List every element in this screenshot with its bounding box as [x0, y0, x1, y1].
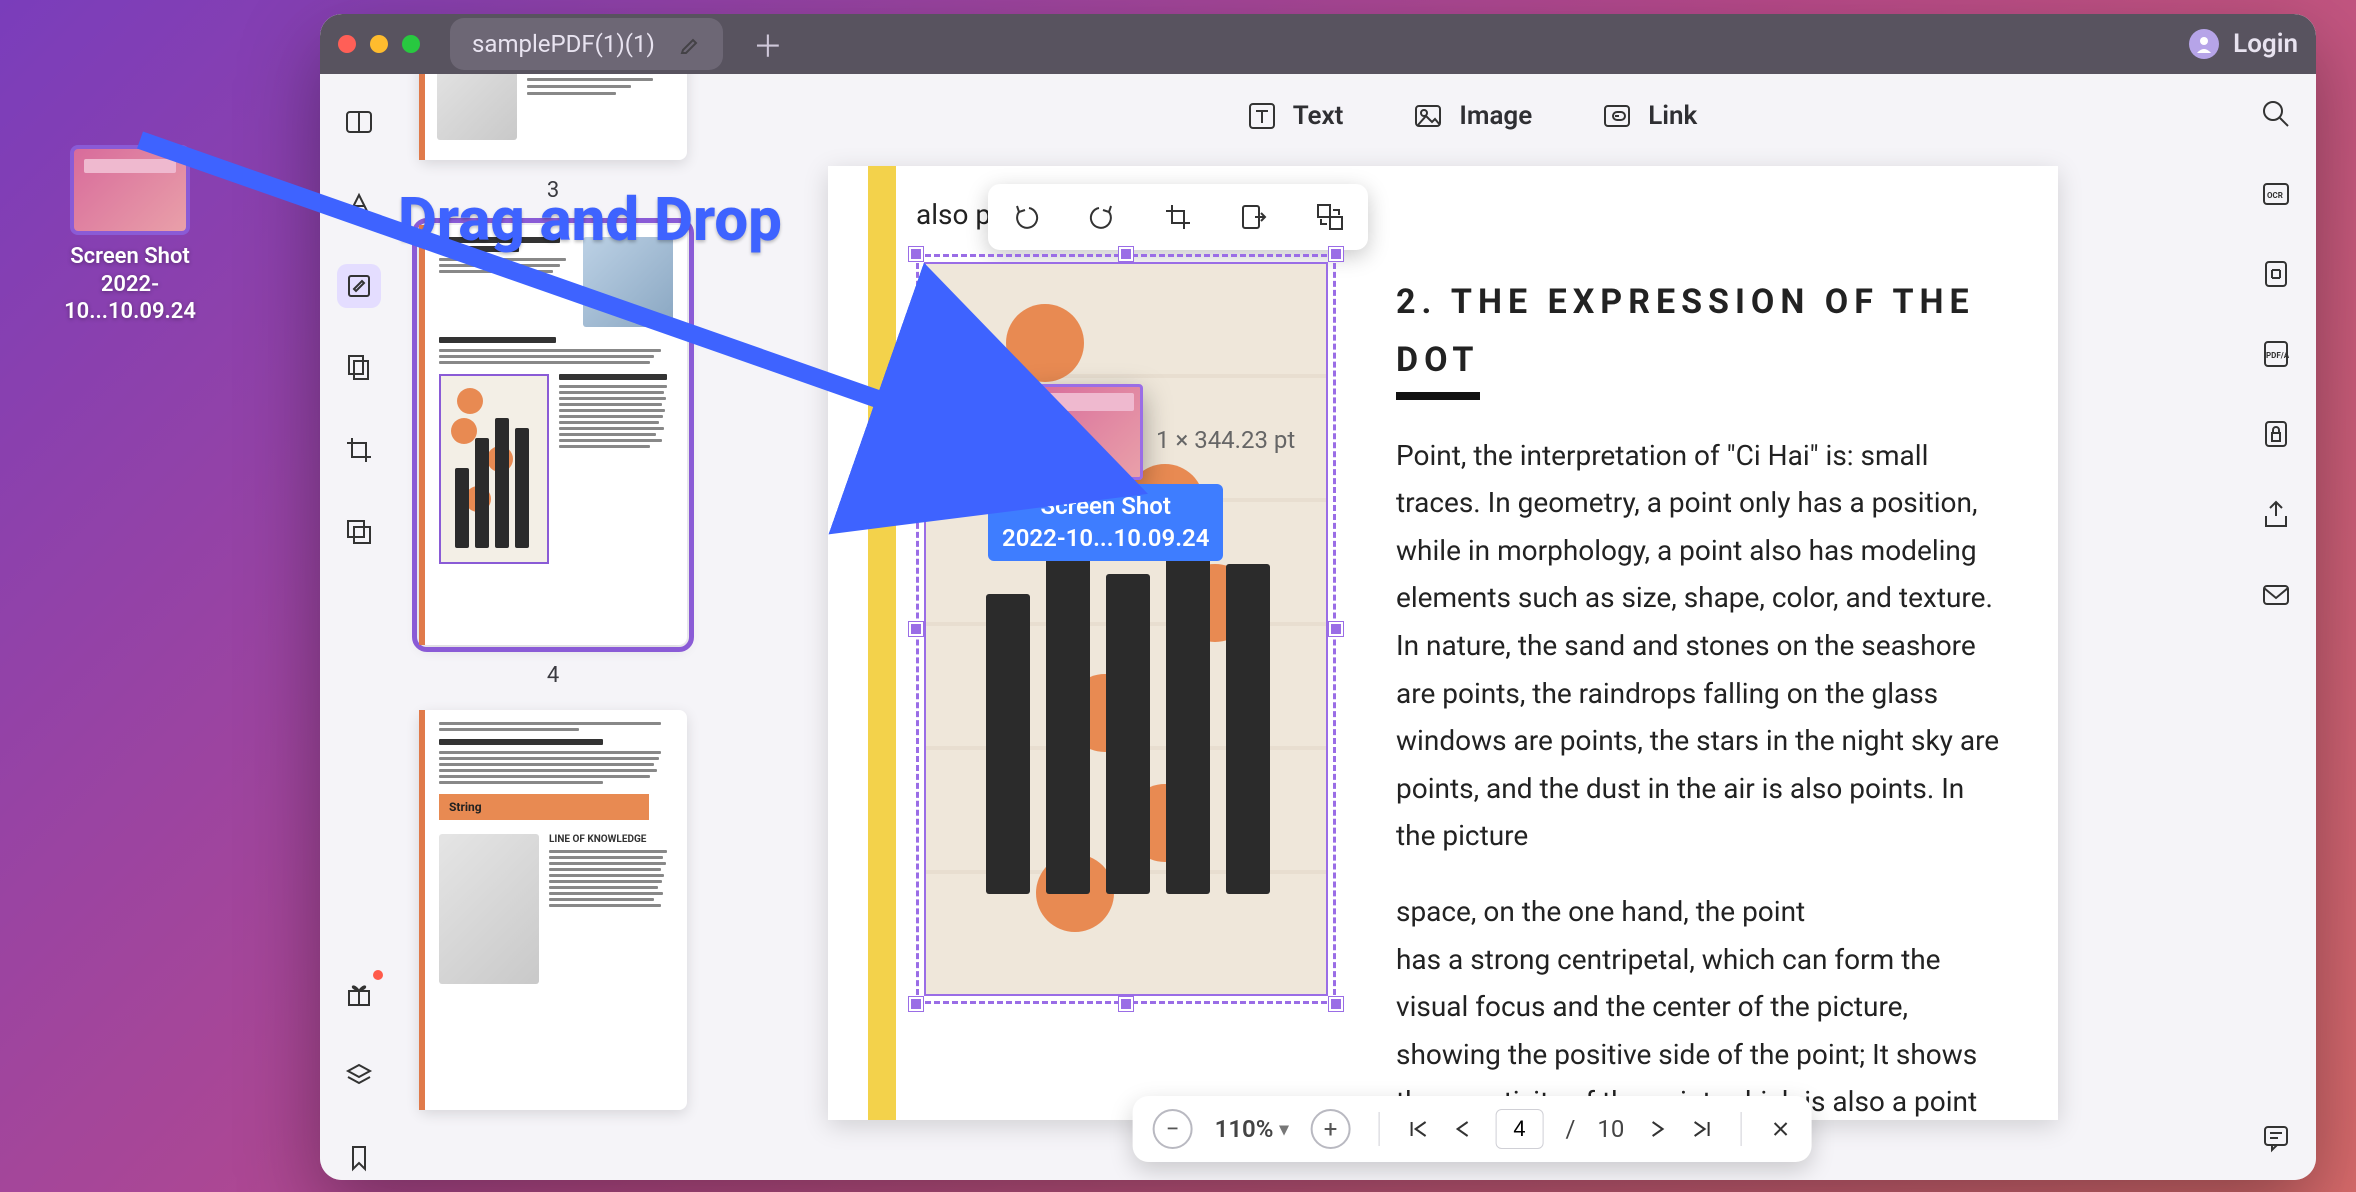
compare-tool-icon[interactable]: [337, 510, 381, 554]
insert-toolbar: Text Image Link: [708, 88, 2236, 144]
bookmark-icon[interactable]: [337, 1136, 381, 1180]
layers-icon[interactable]: [337, 1054, 381, 1098]
close-window-button[interactable]: [338, 35, 356, 53]
titlebar: samplePDF(1)(1) ＋ Login: [320, 14, 2316, 74]
page-thumbnail-panel: 3: [398, 74, 708, 1180]
first-page-button[interactable]: [1408, 1118, 1430, 1140]
doc-heading: 2. THE EXPRESSION OF THEDOT: [1396, 274, 2000, 400]
mail-icon[interactable]: [2254, 572, 2298, 616]
highlight-tool-icon[interactable]: [337, 182, 381, 226]
left-sidebar: [320, 74, 398, 1180]
reader-mode-icon[interactable]: [337, 100, 381, 144]
resize-handle[interactable]: [1329, 997, 1343, 1011]
thumbnail-page-4[interactable]: [419, 225, 687, 645]
login-label: Login: [2233, 29, 2298, 59]
selected-image[interactable]: 1 × 344.23 pt Screen Shot2022-10...10.09…: [916, 254, 1336, 1004]
desktop-file-thumbnail: [70, 145, 190, 235]
crop-tool-icon[interactable]: [337, 428, 381, 472]
text-icon: [1247, 101, 1277, 131]
minimize-window-button[interactable]: [370, 35, 388, 53]
page-canvas[interactable]: also points.: [828, 166, 2058, 1120]
doc-paragraph: space, on the one hand, the point: [1396, 888, 2000, 936]
search-icon[interactable]: [2254, 92, 2298, 136]
edit-tab-icon[interactable]: [679, 33, 701, 55]
resize-handle[interactable]: [909, 247, 923, 261]
pages-panel-icon[interactable]: [337, 346, 381, 390]
svg-text:PDF/A: PDF/A: [2266, 351, 2290, 360]
page-margin-strip: [868, 166, 896, 1120]
replace-image-icon[interactable]: [1305, 192, 1355, 242]
close-pager-button[interactable]: [1769, 1118, 1791, 1140]
thumbnail-page-5[interactable]: String LINE OF KNOWLEDGE: [419, 710, 687, 1110]
page-total: 10: [1597, 1115, 1624, 1143]
user-avatar-icon: [2189, 29, 2219, 59]
login-button[interactable]: Login: [2189, 29, 2298, 59]
insert-link-button[interactable]: Link: [1602, 101, 1697, 131]
desktop-file-name: Screen Shot2022-10...10.09.24: [60, 243, 200, 326]
convert-icon[interactable]: [2254, 252, 2298, 296]
tab-title: samplePDF(1)(1): [472, 30, 655, 58]
crop-image-icon[interactable]: [1153, 192, 1203, 242]
right-sidebar: OCR PDF/A: [2236, 74, 2316, 1180]
svg-text:OCR: OCR: [2267, 191, 2283, 200]
rotate-left-icon[interactable]: [1001, 192, 1051, 242]
thumbnail-number: 3: [547, 178, 559, 203]
image-size-hint: 1 × 344.23 pt: [1156, 426, 1295, 454]
drag-ghost-thumbnail: [1028, 384, 1143, 480]
rotate-right-icon[interactable]: [1077, 192, 1127, 242]
resize-handle[interactable]: [909, 622, 923, 636]
prev-page-button[interactable]: [1452, 1118, 1474, 1140]
page-navigator: − 110%▾ + / 10: [1133, 1096, 1812, 1162]
drag-ghost-filename: Screen Shot2022-10...10.09.24: [988, 484, 1223, 561]
notes-icon[interactable]: [2254, 1116, 2298, 1160]
zoom-in-button[interactable]: +: [1311, 1109, 1351, 1149]
ocr-icon[interactable]: OCR: [2254, 172, 2298, 216]
window-traffic-lights: [338, 35, 420, 53]
pdfa-icon[interactable]: PDF/A: [2254, 332, 2298, 376]
protect-icon[interactable]: [2254, 412, 2298, 456]
thumb5-subhead: LINE OF KNOWLEDGE: [549, 834, 673, 845]
last-page-button[interactable]: [1690, 1118, 1712, 1140]
new-tab-button[interactable]: ＋: [741, 16, 795, 72]
insert-image-button[interactable]: Image: [1413, 101, 1532, 131]
resize-handle[interactable]: [909, 997, 923, 1011]
thumbnail-page-3[interactable]: [419, 74, 687, 160]
document-tab[interactable]: samplePDF(1)(1): [450, 18, 723, 70]
zoom-out-button[interactable]: −: [1153, 1109, 1193, 1149]
next-page-button[interactable]: [1646, 1118, 1668, 1140]
resize-handle[interactable]: [1119, 247, 1133, 261]
link-icon: [1602, 101, 1632, 131]
desktop-file[interactable]: Screen Shot2022-10...10.09.24: [60, 145, 200, 326]
thumbnail-number: 4: [547, 663, 559, 688]
doc-text-column: 2. THE EXPRESSION OF THEDOT Point, the i…: [1396, 254, 2000, 1120]
doc-paragraph: Point, the interpretation of "Ci Hai" is…: [1396, 432, 2000, 860]
page-number-input[interactable]: [1496, 1109, 1544, 1149]
page-separator: /: [1566, 1115, 1576, 1143]
main-content: Text Image Link also points.: [708, 74, 2236, 1180]
doc-paragraph: has a strong centripetal, which can form…: [1396, 936, 2000, 1120]
share-icon[interactable]: [2254, 492, 2298, 536]
thumb5-badge: String: [439, 794, 649, 820]
maximize-window-button[interactable]: [402, 35, 420, 53]
image-floating-toolbar: [988, 184, 1368, 250]
image-icon: [1413, 101, 1443, 131]
app-window: samplePDF(1)(1) ＋ Login: [320, 14, 2316, 1180]
export-image-icon[interactable]: [1229, 192, 1279, 242]
edit-tool-icon[interactable]: [337, 264, 381, 308]
resize-handle[interactable]: [1329, 247, 1343, 261]
resize-handle[interactable]: [1119, 997, 1133, 1011]
gift-icon[interactable]: [337, 972, 381, 1016]
insert-text-button[interactable]: Text: [1247, 101, 1344, 131]
resize-handle[interactable]: [1329, 622, 1343, 636]
zoom-level[interactable]: 110%▾: [1215, 1115, 1289, 1143]
